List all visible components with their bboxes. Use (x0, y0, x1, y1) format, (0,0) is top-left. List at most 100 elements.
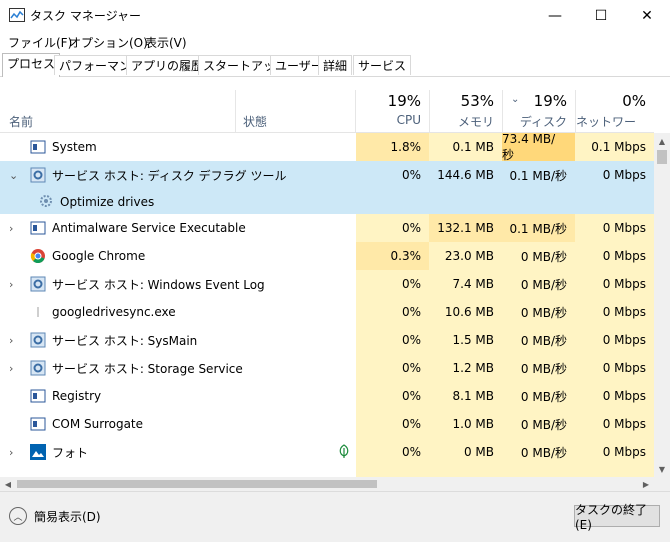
memory-label: メモリ (457, 115, 494, 129)
disk-cell: 0 MB/秒 (502, 438, 575, 466)
cpu-cell: 0% (356, 438, 429, 466)
maximize-button[interactable]: ☐ (578, 0, 624, 31)
memory-cell: 132.1 MB (429, 214, 502, 242)
process-name: サービス ホスト: ディスク デフラグ ツール (52, 168, 287, 183)
network-cell: 0 Mbps (575, 410, 654, 438)
tab-bar: プロセス パフォーマンス アプリの履歴 スタートアップ ユーザー 詳細 サービス (0, 53, 670, 77)
chevron-right-icon[interactable]: › (9, 326, 13, 354)
fewer-details-label: 簡易表示(D) (34, 509, 101, 524)
table-row[interactable]: › フォト 0% 0 MB 0 MB/秒 0 Mbps (0, 438, 654, 466)
memory-cell: 0 MB (429, 438, 502, 466)
vertical-scroll-thumb[interactable] (657, 150, 667, 164)
cpu-cell: 0% (356, 270, 429, 298)
memory-cell: 7.4 MB (429, 270, 502, 298)
disk-cell: 0.1 MB/秒 (502, 214, 575, 242)
close-button[interactable]: ✕ (624, 0, 670, 31)
window-title: タスク マネージャー (30, 9, 141, 23)
window-icon (30, 417, 46, 431)
network-total: 0% (622, 92, 646, 110)
cpu-cell: 0% (356, 326, 429, 354)
memory-total: 53% (460, 92, 494, 110)
process-name: Google Chrome (52, 249, 146, 263)
chevron-up-icon: ︿ (9, 507, 27, 525)
table-row-selected[interactable]: ⌄ サービス ホスト: ディスク デフラグ ツール 0% 144.6 MB 0.… (0, 161, 654, 189)
tab-app-history[interactable]: アプリの履歴 (126, 55, 209, 75)
table-row[interactable]: › サービス ホスト: Storage Service 0% 1.2 MB 0 … (0, 354, 654, 382)
cpu-cell: 0% (356, 298, 429, 326)
scroll-up-arrow-icon[interactable]: ▲ (654, 133, 670, 149)
minimize-button[interactable]: — (532, 0, 578, 31)
cpu-cell: 0% (356, 410, 429, 438)
table-row[interactable]: › サービス ホスト: SysMain 0% 1.5 MB 0 MB/秒 0 M… (0, 326, 654, 354)
cpu-cell (356, 466, 429, 477)
table-row-child[interactable]: Optimize drives (0, 189, 654, 214)
disk-cell: 0 MB/秒 (502, 270, 575, 298)
cpu-cell: 0.3% (356, 242, 429, 270)
table-row[interactable]: System 1.8% 0.1 MB 73.4 MB/秒 0.1 Mbps (0, 133, 654, 162)
menu-bar: ファイル(F) オプション(O) 表示(V) (0, 31, 670, 52)
process-name: サービス ホスト: Windows Event Log (52, 277, 265, 292)
process-name: COM Surrogate (52, 417, 144, 431)
header-name-label: 名前 (9, 115, 34, 129)
disk-label: ディスク (519, 115, 567, 129)
network-cell: 0.1 Mbps (575, 133, 654, 161)
vertical-scrollbar[interactable]: ▲ ▼ (654, 133, 670, 477)
network-cell: 0 Mbps (575, 242, 654, 270)
gear-icon (30, 360, 46, 376)
task-manager-icon (9, 8, 25, 22)
disk-cell: 0 MB/秒 (502, 298, 575, 326)
fewer-details-button[interactable]: ︿ 簡易表示(D) (9, 507, 101, 525)
gear-icon (30, 332, 46, 348)
disk-cell: 0 MB/秒 (502, 354, 575, 382)
menu-options[interactable]: オプション(O) (69, 34, 148, 51)
network-cell: 0 Mbps (575, 326, 654, 354)
disk-cell: 73.4 MB/秒 (502, 133, 575, 162)
table-row[interactable]: › サービス ホスト: Windows Event Log 0% 7.4 MB … (0, 270, 654, 298)
scrollbar-corner (654, 477, 670, 491)
table-row[interactable]: Google Chrome 0.3% 23.0 MB 0 MB/秒 0 Mbps (0, 242, 654, 270)
network-cell: 0 Mbps (575, 382, 654, 410)
tab-details[interactable]: 詳細 (318, 55, 353, 75)
disk-cell: 0 MB/秒 (502, 326, 575, 354)
disk-cell: 0 MB/秒 (502, 242, 575, 270)
process-name: googledrivesync.exe (52, 305, 176, 319)
photos-icon (30, 444, 46, 460)
chevron-down-icon[interactable]: ⌄ (9, 161, 18, 189)
scroll-right-arrow-icon[interactable]: ▶ (638, 477, 654, 491)
scroll-left-arrow-icon[interactable]: ◀ (0, 477, 16, 491)
header-cpu[interactable]: 19% CPU (356, 90, 429, 132)
sort-descending-icon: ⌄ (511, 94, 520, 105)
cpu-cell: 0% (356, 214, 429, 242)
tab-services[interactable]: サービス (353, 55, 412, 75)
chevron-right-icon[interactable]: › (9, 438, 13, 466)
network-cell: 0 Mbps (575, 354, 654, 382)
window-icon (30, 389, 46, 403)
process-name: Antimalware Service Executable (52, 221, 246, 235)
tab-processes[interactable]: プロセス (2, 53, 61, 77)
table-row[interactable]: googledrivesync.exe 0% 10.6 MB 0 MB/秒 0 … (0, 298, 654, 326)
chevron-right-icon[interactable]: › (9, 354, 13, 382)
menu-file[interactable]: ファイル(F) (8, 34, 72, 51)
horizontal-scroll-thumb[interactable] (17, 480, 377, 488)
header-network[interactable]: 0% ネットワーク (576, 90, 654, 146)
process-name: Optimize drives (60, 194, 155, 209)
memory-cell: 0.1 MB (429, 133, 502, 161)
scroll-down-arrow-icon[interactable]: ▼ (654, 461, 670, 477)
table-row[interactable]: Registry 0% 8.1 MB 0 MB/秒 0 Mbps (0, 382, 654, 410)
memory-cell: 144.6 MB (437, 168, 494, 182)
window-icon (30, 221, 46, 235)
cpu-cell: 0% (401, 168, 421, 182)
chevron-right-icon[interactable]: › (9, 214, 13, 242)
horizontal-scrollbar[interactable]: ◀ ▶ (0, 477, 654, 491)
chevron-right-icon[interactable]: › (9, 270, 13, 298)
menu-view[interactable]: 表示(V) (145, 34, 187, 51)
header-status[interactable]: 状態 (236, 90, 355, 132)
process-name: サービス ホスト: Storage Service (52, 361, 243, 376)
table-row[interactable]: › Antimalware Service Executable 0% 132.… (0, 214, 654, 242)
end-task-button[interactable]: タスクの終了(E) (574, 503, 660, 532)
header-name[interactable]: 名前 (0, 90, 235, 132)
header-memory[interactable]: 53% メモリ (430, 90, 502, 132)
table-row-partial[interactable] (0, 466, 654, 477)
table-row[interactable]: COM Surrogate 0% 1.0 MB 0 MB/秒 0 Mbps (0, 410, 654, 438)
cpu-cell: 1.8% (356, 133, 429, 161)
